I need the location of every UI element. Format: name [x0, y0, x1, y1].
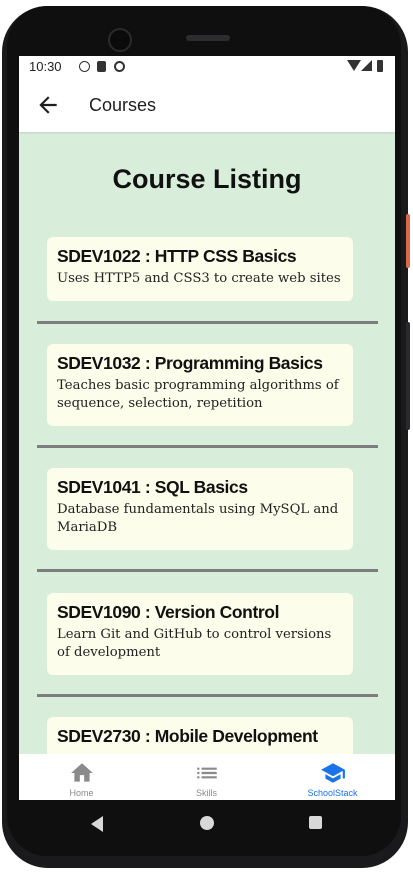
earpiece-speaker — [186, 35, 230, 41]
notification-a-icon — [79, 61, 90, 72]
wifi-icon — [347, 60, 361, 71]
sync-icon — [114, 61, 125, 72]
nav-item-home[interactable]: Home — [19, 754, 144, 800]
app-bar-title: Courses — [89, 95, 157, 115]
school-icon — [321, 763, 345, 783]
system-navigation-bar — [19, 800, 395, 846]
nav-item-schoolstack[interactable]: SchoolStack — [270, 754, 395, 800]
volume-button — [406, 322, 410, 430]
divider — [37, 321, 378, 324]
nav-item-skills[interactable]: Skills — [144, 754, 269, 800]
bottom-navigation: Home Skills SchoolStack — [19, 754, 395, 800]
course-card[interactable]: SDEV1022 : HTTP CSS Basics Uses HTTP5 an… — [47, 237, 353, 301]
front-camera — [108, 28, 132, 52]
power-button — [406, 214, 410, 268]
nav-label-skills: Skills — [195, 788, 217, 798]
course-description: Database fundamentals using MySQL and Ma… — [57, 502, 339, 535]
course-description: Teaches basic programming algorithms of … — [57, 378, 339, 411]
nav-label-schoolstack: SchoolStack — [307, 788, 358, 798]
battery-icon — [377, 60, 383, 72]
status-bar: 10:30 — [19, 56, 395, 78]
divider — [37, 694, 378, 697]
course-card[interactable]: SDEV2730 : Mobile Development — [47, 717, 353, 754]
divider — [37, 445, 378, 448]
page-title: Course Listing — [112, 164, 302, 194]
list-icon — [197, 767, 217, 779]
system-recents-icon[interactable] — [309, 816, 322, 829]
course-title: SDEV1090 : Version Control — [57, 602, 280, 622]
course-title: SDEV1041 : SQL Basics — [57, 477, 248, 497]
nav-label-home: Home — [69, 788, 94, 798]
home-icon — [71, 763, 93, 782]
course-title: SDEV2730 : Mobile Development — [57, 726, 318, 746]
course-list[interactable]: Course Listing SDEV1022 : HTTP CSS Basic… — [19, 132, 395, 754]
screen: 10:30 Courses Course Listing SDEV1022 : … — [19, 56, 395, 800]
status-time: 10:30 — [29, 59, 62, 74]
back-arrow-icon[interactable] — [35, 92, 61, 118]
system-back-icon[interactable] — [91, 816, 103, 832]
course-title: SDEV1032 : Programming Basics — [57, 353, 323, 373]
course-description: Learn Git and GitHub to control versions… — [57, 627, 332, 660]
cell-signal-icon — [361, 60, 372, 71]
course-title: SDEV1022 : HTTP CSS Basics — [57, 246, 297, 266]
course-card[interactable]: SDEV1032 : Programming Basics Teaches ba… — [47, 344, 353, 426]
system-home-icon[interactable] — [200, 816, 214, 830]
app-bar: Courses — [19, 78, 395, 132]
divider — [37, 569, 378, 572]
course-description: Uses HTTP5 and CSS3 to create web sites — [57, 271, 341, 286]
course-card[interactable]: SDEV1041 : SQL Basics Database fundament… — [47, 468, 353, 550]
sd-card-icon — [97, 61, 106, 72]
course-card[interactable]: SDEV1090 : Version Control Learn Git and… — [47, 593, 353, 675]
